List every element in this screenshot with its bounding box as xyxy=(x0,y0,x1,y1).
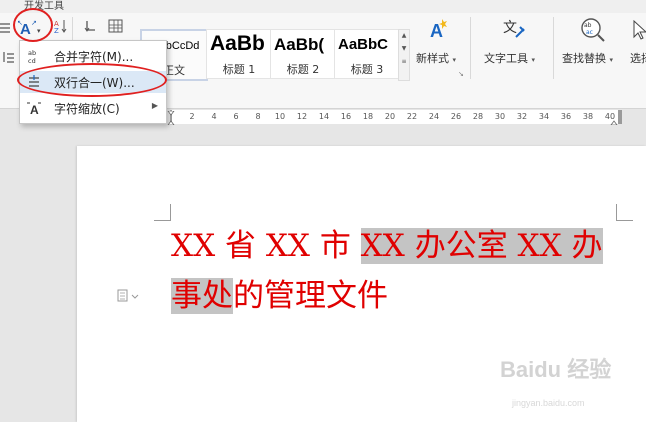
new-style-button[interactable]: A 新样式 ▾ xyxy=(414,17,464,73)
character-scale-icon: A xyxy=(26,100,42,117)
ruler-tick: 20 xyxy=(384,112,396,121)
text-tools-icon: 文 xyxy=(503,20,525,38)
new-style-icon: A xyxy=(430,19,447,41)
styles-dialog-launcher-icon[interactable]: ↘ xyxy=(458,70,464,78)
paragraph-mark-icon[interactable] xyxy=(84,19,98,33)
submenu-arrow-icon: ▶ xyxy=(151,101,158,110)
ruler-tick: 12 xyxy=(296,112,308,121)
ruler-tick: 38 xyxy=(582,112,594,121)
text-tools-button[interactable]: 文 文字工具 ▾ xyxy=(480,17,546,73)
gallery-down-icon[interactable]: ▼ xyxy=(399,42,409,56)
svg-text:Z: Z xyxy=(54,27,59,34)
style-heading-3[interactable]: AaBbC 标题 3 xyxy=(334,29,400,79)
svg-text:A: A xyxy=(30,103,39,116)
ruler-tick: 36 xyxy=(560,112,572,121)
ruler-tick: 10 xyxy=(274,112,286,121)
svg-text:cd: cd xyxy=(28,57,36,64)
gallery-more-icon[interactable]: ≡ xyxy=(399,56,409,68)
style-gallery-scroll[interactable]: ▲ ▼ ≡ xyxy=(398,29,410,81)
ruler-tick: 14 xyxy=(318,112,330,121)
svg-text:文: 文 xyxy=(503,20,517,36)
baidu-watermark-url: jingyan.baidu.com xyxy=(512,398,585,408)
ruler-tick: 34 xyxy=(538,112,550,121)
ribbon-tab-strip: 开发工具 xyxy=(0,0,646,13)
align-icon[interactable] xyxy=(0,20,14,34)
sort-icon[interactable]: AZ xyxy=(54,18,68,35)
line-spacing-icon[interactable] xyxy=(2,49,16,63)
ruler-tick: 28 xyxy=(472,112,484,121)
ruler-tick: 16 xyxy=(340,112,352,121)
baidu-watermark: Baidu 经验 xyxy=(500,357,612,382)
annotation-circle-text-effect xyxy=(13,8,53,42)
menu-item-character-scale[interactable]: A 字符缩放(C) ▶ xyxy=(20,97,166,119)
svg-text:ab: ab xyxy=(28,49,36,57)
style-heading-1[interactable]: AaBb 标题 1 xyxy=(206,29,272,79)
document-line-2[interactable]: 事处的管理文件 xyxy=(171,276,388,316)
ruler-tick: 22 xyxy=(406,112,418,121)
annotation-circle-two-lines xyxy=(17,63,167,97)
ruler-tick: 4 xyxy=(211,112,217,121)
ruler-tick: 40 xyxy=(604,112,616,121)
ruler-tick: 6 xyxy=(233,112,239,121)
svg-text:ac: ac xyxy=(586,29,593,36)
ruler-tick: 26 xyxy=(450,112,462,121)
gallery-up-icon[interactable]: ▲ xyxy=(399,30,409,42)
select-cursor-icon xyxy=(633,19,646,40)
horizontal-ruler[interactable]: 2 4 6 8 10 12 14 16 18 20 22 24 26 28 30 32 34 36 38 40 xyxy=(167,110,622,126)
paragraph-handle-icon[interactable] xyxy=(117,288,143,302)
ruler-left-indent-marker[interactable] xyxy=(167,110,175,126)
table-icon[interactable] xyxy=(108,18,123,33)
ruler-tick: 2 xyxy=(189,112,195,121)
find-replace-icon: ab ac xyxy=(581,18,605,42)
crop-mark-top-left xyxy=(154,204,171,221)
document-line-1[interactable]: XX 省 XX 市 XX 办公室 XX 办 xyxy=(171,226,603,266)
combine-characters-icon: ab cd xyxy=(26,48,42,65)
find-replace-button[interactable]: ab ac 查找替换 ▾ xyxy=(562,17,624,73)
svg-text:ab: ab xyxy=(584,22,592,29)
ruler-tick: 8 xyxy=(255,112,261,121)
select-button[interactable]: 选择 xyxy=(630,17,646,73)
ruler-tick: 24 xyxy=(428,112,440,121)
ruler-tick: 30 xyxy=(494,112,506,121)
style-heading-2[interactable]: AaBb( 标题 2 xyxy=(270,29,336,79)
ruler-tick: 32 xyxy=(516,112,528,121)
crop-mark-top-right xyxy=(616,204,633,221)
ruler-tick: 18 xyxy=(362,112,374,121)
